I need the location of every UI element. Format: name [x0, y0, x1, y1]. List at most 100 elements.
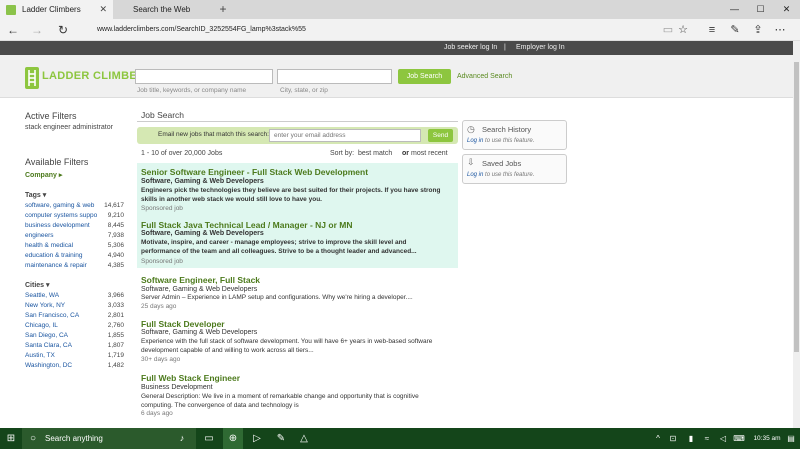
job-seeker-login-link[interactable]: Job seeker log In	[444, 41, 497, 55]
city-count: 2,760	[107, 322, 124, 329]
job-title-link[interactable]: Senior Software Engineer - Full Stack We…	[141, 167, 368, 177]
advanced-search-link[interactable]: Advanced Search	[457, 73, 512, 80]
city-facet[interactable]: Chicago, IL	[25, 322, 58, 329]
task-view-icon[interactable]: ▭	[200, 428, 218, 449]
share-icon[interactable]: ⇪	[749, 19, 767, 41]
city-facet[interactable]: Austin, TX	[25, 352, 55, 359]
taskbar-search-placeholder: Search anything	[45, 434, 103, 443]
job-title-link[interactable]: Full Stack Java Technical Lead / Manager…	[141, 220, 352, 230]
start-windows-icon[interactable]: ⊞	[2, 428, 20, 449]
city-facet[interactable]: San Francisco, CA	[25, 312, 79, 319]
tag-count: 5,306	[107, 242, 124, 249]
job-title-link[interactable]: Full Stack Developer	[141, 319, 225, 329]
browser-globe-icon[interactable]: ⊕	[223, 428, 243, 449]
wifi-icon[interactable]: ≈	[701, 428, 713, 449]
tag-count: 4,940	[107, 252, 124, 259]
battery-icon[interactable]: ▮	[685, 428, 697, 449]
more-icon[interactable]: ⋯	[771, 19, 789, 41]
maximize-icon[interactable]: ☐	[748, 0, 773, 19]
tab-ladder-climbers[interactable]: Ladder Climbers ✕	[0, 0, 113, 19]
job-title-link[interactable]: Full Web Stack Engineer	[141, 373, 240, 383]
forward-arrow-icon[interactable]: →	[27, 19, 47, 41]
tag-facet[interactable]: education & training	[25, 252, 82, 259]
chevron-up-icon[interactable]: ^	[652, 428, 664, 449]
job-title-link[interactable]: Software Engineer, Full Stack	[141, 275, 260, 285]
available-filters-title: Available Filters	[25, 157, 89, 167]
job-meta: 6 days ago	[141, 410, 173, 417]
city-count: 3,033	[107, 302, 124, 309]
favorite-star-icon[interactable]: ☆	[674, 19, 692, 41]
city-facet[interactable]: San Diego, CA	[25, 332, 68, 339]
top-strip	[0, 41, 793, 55]
city-facet[interactable]: Santa Clara, CA	[25, 342, 72, 349]
city-facet[interactable]: Seattle, WA	[25, 292, 59, 299]
paint-icon[interactable]: △	[296, 428, 312, 449]
active-filter-value[interactable]: stack engineer administrator	[25, 124, 113, 131]
job-description: Experience with the full stack of softwa…	[141, 338, 433, 354]
scrollbar-thumb[interactable]	[794, 62, 799, 352]
login-hint: to use this feature.	[483, 172, 535, 178]
city-count: 1,855	[107, 332, 124, 339]
url-field[interactable]: www.ladderclimbers.com/SearchID_3252554F…	[97, 19, 306, 41]
caret-down-icon: ▾	[46, 282, 50, 289]
email-alert-input[interactable]	[269, 129, 421, 142]
pen-icon[interactable]: ✎	[273, 428, 289, 449]
tag-facet[interactable]: maintenance & repair	[25, 262, 87, 269]
city-facet[interactable]: New York, NY	[25, 302, 65, 309]
tag-count: 9,210	[107, 212, 124, 219]
cortana-circle-icon: ○	[29, 433, 37, 444]
city-count: 1,719	[107, 352, 124, 359]
job-description: Motivate, inspire, and career - manage e…	[141, 239, 417, 255]
sort-by-label: Sort by:	[330, 150, 355, 157]
sort-or-text: or	[402, 150, 409, 157]
tab-label: Ladder Climbers	[22, 5, 81, 14]
job-meta: 25 days ago	[141, 303, 177, 310]
notifications-icon[interactable]: ▤	[785, 428, 797, 449]
employer-login-link[interactable]: Employer log In	[516, 41, 565, 55]
city-facet[interactable]: Washington, DC	[25, 362, 72, 369]
send-button[interactable]: Send	[428, 129, 453, 142]
close-tab-icon[interactable]: ✕	[99, 0, 107, 19]
job-meta: Sponsored job	[141, 205, 183, 212]
volume-icon[interactable]: ◁	[717, 428, 729, 449]
tag-facet[interactable]: engineers	[25, 232, 54, 239]
clock-time[interactable]: 10:35 am	[752, 428, 782, 449]
job-meta: Sponsored job	[141, 258, 183, 265]
cities-filter-toggle[interactable]: Cities ▾	[25, 281, 50, 289]
back-arrow-icon[interactable]: ←	[3, 19, 23, 41]
web-note-icon[interactable]: ✎	[726, 19, 744, 41]
job-search-button[interactable]: Job Search	[398, 69, 451, 84]
company-label: Company	[25, 172, 57, 179]
login-link[interactable]: Log in	[467, 172, 483, 178]
email-alert-label: Email new jobs that match this search:	[158, 131, 269, 138]
media-play-icon[interactable]: ▷	[249, 428, 265, 449]
tags-filter-toggle[interactable]: Tags ▾	[25, 191, 46, 199]
company-filter-toggle[interactable]: Company ▸	[25, 171, 62, 179]
login-link[interactable]: Log in	[467, 138, 483, 144]
city-count: 1,807	[107, 342, 124, 349]
window-close-icon[interactable]: ✕	[774, 0, 799, 19]
saved-jobs-login: Log in to use this feature.	[467, 172, 534, 178]
caret-right-icon: ▸	[58, 172, 63, 179]
location-input[interactable]	[277, 69, 392, 84]
keywords-input[interactable]	[135, 69, 273, 84]
new-tab-button[interactable]: +	[216, 0, 230, 18]
tab-search-the-web[interactable]: Search the Web	[113, 0, 213, 19]
hub-icon[interactable]: ≡	[703, 19, 721, 41]
keyboard-icon[interactable]: ⌨	[733, 428, 745, 449]
job-description: General Description: We live in a moment…	[141, 393, 419, 409]
microphone-icon[interactable]: ♪	[175, 428, 189, 449]
minimize-icon[interactable]: —	[722, 0, 747, 19]
tag-facet[interactable]: health & medical	[25, 242, 73, 249]
tab-label: Search the Web	[133, 5, 191, 14]
search-history-login: Log in to use this feature.	[467, 138, 534, 144]
sort-best-match[interactable]: best match	[358, 150, 392, 157]
tag-count: 14,617	[104, 202, 124, 209]
refresh-icon[interactable]: ↻	[53, 19, 73, 41]
network-icon[interactable]: ⊡	[667, 428, 679, 449]
sort-most-recent[interactable]: most recent	[411, 150, 448, 157]
saved-jobs-title: Saved Jobs	[482, 159, 522, 168]
link-divider: |	[504, 44, 506, 51]
job-company: Business Development	[141, 384, 213, 391]
city-count: 1,482	[107, 362, 124, 369]
